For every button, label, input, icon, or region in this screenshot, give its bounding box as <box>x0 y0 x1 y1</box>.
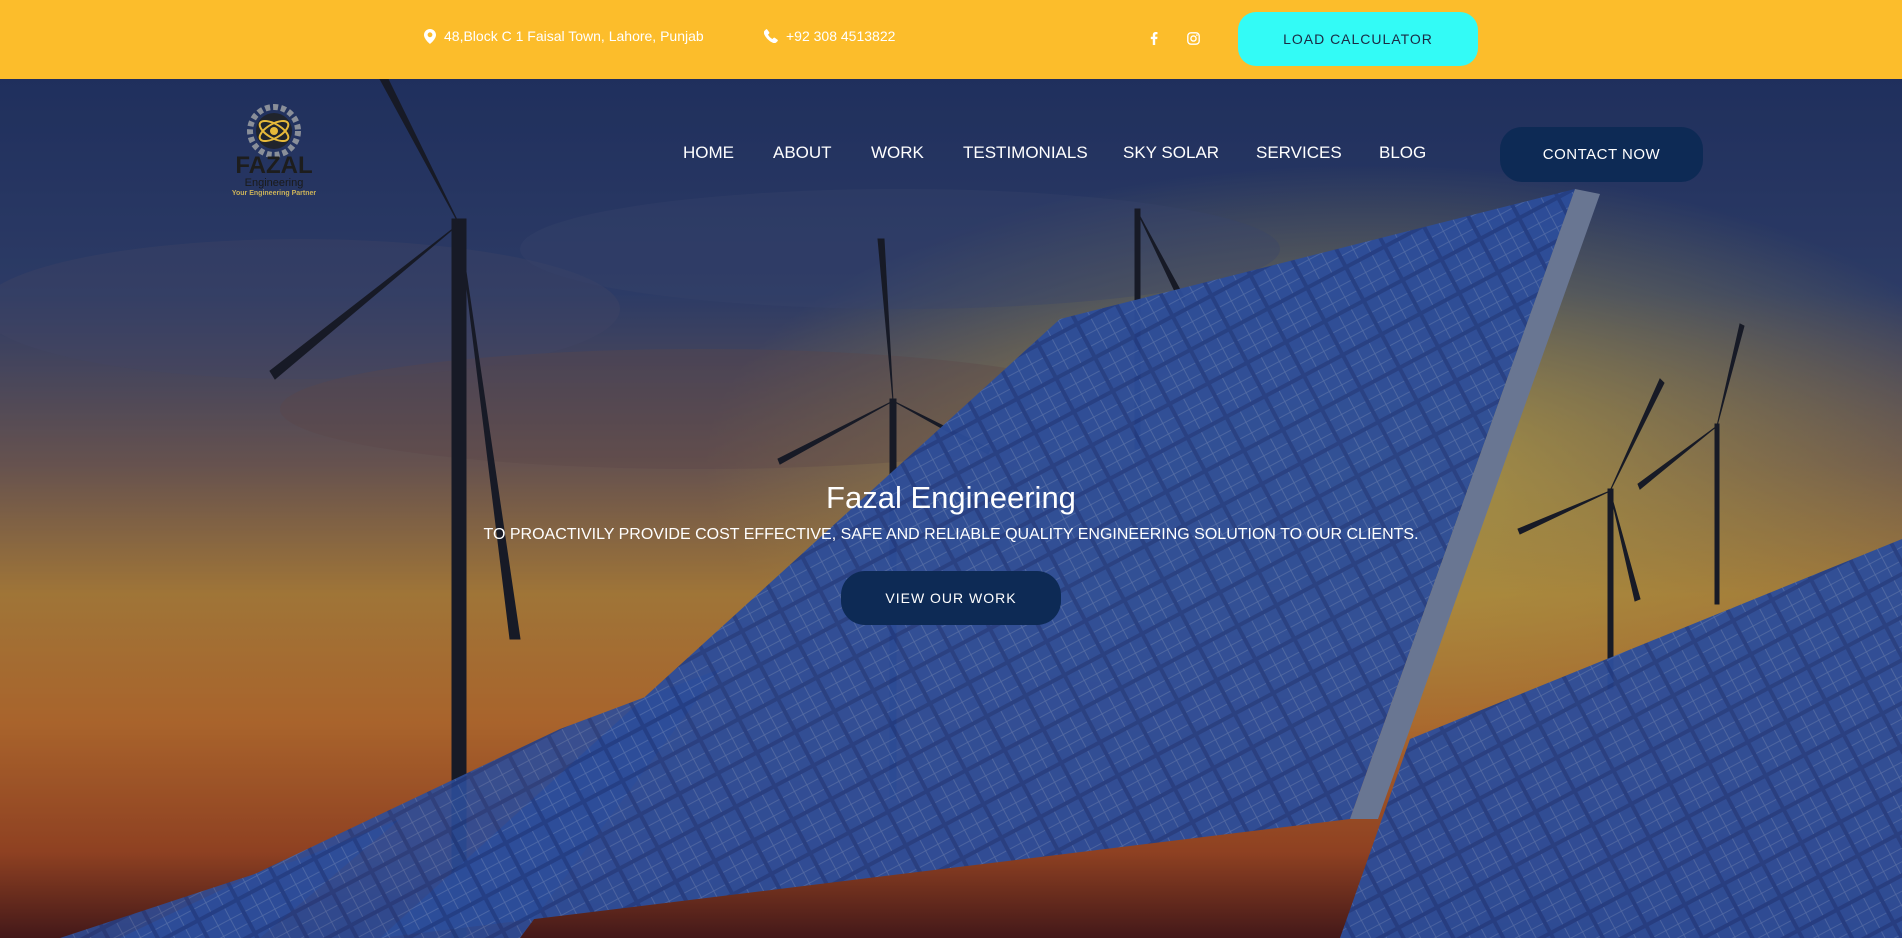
address-info: 48,Block C 1 Faisal Town, Lahore, Punjab <box>424 28 704 44</box>
phone-text: +92 308 4513822 <box>786 28 896 44</box>
top-bar: 48,Block C 1 Faisal Town, Lahore, Punjab… <box>0 0 1902 79</box>
gear-globe-icon <box>247 104 301 158</box>
logo-text: FAZAL Engineering Your Engineering Partn… <box>226 152 322 199</box>
company-logo[interactable]: FAZAL Engineering Your Engineering Partn… <box>226 99 322 205</box>
nav-item-home[interactable]: HOME <box>683 143 734 163</box>
phone-icon <box>764 29 778 43</box>
nav-item-work[interactable]: WORK <box>871 143 924 163</box>
view-our-work-button[interactable]: VIEW OUR WORK <box>841 571 1061 625</box>
phone-info[interactable]: +92 308 4513822 <box>764 28 895 44</box>
address-text: 48,Block C 1 Faisal Town, Lahore, Punjab <box>444 28 704 44</box>
nav-item-testimonials[interactable]: TESTIMONIALS <box>963 143 1088 163</box>
nav-item-about[interactable]: ABOUT <box>773 143 832 163</box>
nav-item-services[interactable]: SERVICES <box>1256 143 1342 163</box>
hero-section: FAZAL Engineering Your Engineering Partn… <box>0 79 1902 938</box>
contact-now-button[interactable]: CONTACT NOW <box>1500 127 1703 182</box>
logo-tagline: Your Engineering Partner <box>231 190 317 197</box>
nav-item-sky-solar[interactable]: SKY SOLAR <box>1123 143 1219 163</box>
logo-name: FAZAL <box>235 152 313 179</box>
hero-subtitle: TO PROACTIVILY PROVIDE COST EFFECTIVE, S… <box>483 526 1419 543</box>
nav-item-blog[interactable]: BLOG <box>1379 143 1426 163</box>
facebook-icon[interactable] <box>1144 28 1164 48</box>
load-calculator-button[interactable]: LOAD CALCULATOR <box>1238 12 1478 66</box>
instagram-icon[interactable] <box>1183 28 1203 48</box>
hero-title: Fazal Engineering <box>826 480 1076 515</box>
location-pin-icon <box>424 28 436 44</box>
